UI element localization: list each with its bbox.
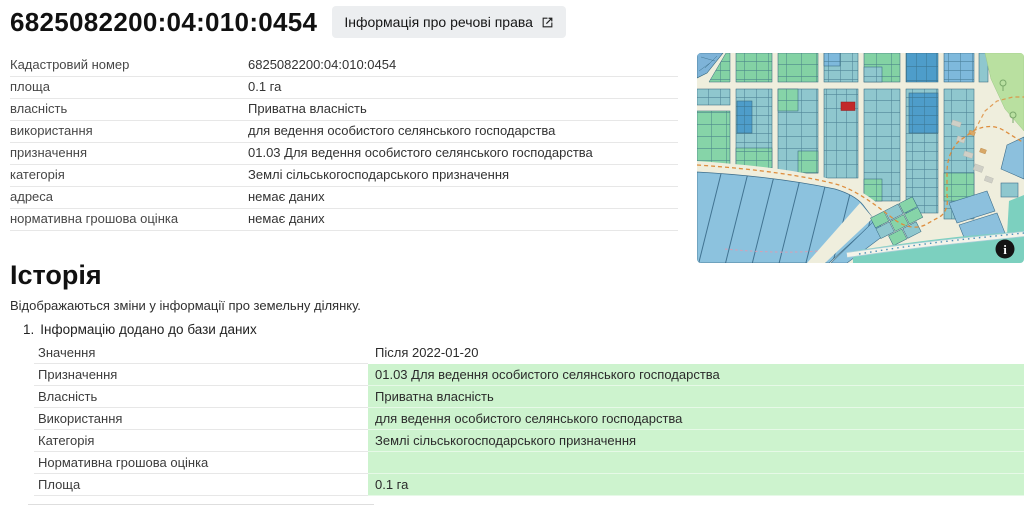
row-value: Землі сільськогосподарського призначення xyxy=(248,167,510,182)
row-label: категорія xyxy=(10,167,65,182)
history-heading: Історія xyxy=(10,260,102,290)
row-label: адреса xyxy=(10,189,54,204)
history-row: Площа 0.1 га xyxy=(34,474,1024,496)
details-table: Кадастровий номер 6825082200:04:010:0454… xyxy=(10,55,678,231)
history-description: Відображаються зміни у інформації про зе… xyxy=(10,298,361,313)
history-row-value: 01.03 Для ведення особистого селянського… xyxy=(368,364,1024,386)
rights-info-button[interactable]: Інформація про речові права xyxy=(332,6,566,38)
row-label: нормативна грошова оцінка xyxy=(10,211,179,226)
page-title: 6825082200:04:010:0454 xyxy=(10,6,318,37)
table-row: власність Приватна власність xyxy=(10,99,678,121)
table-row: Кадастровий номер 6825082200:04:010:0454 xyxy=(10,55,678,77)
info-icon: i xyxy=(1003,242,1007,257)
history-table: Значення Після 2022-01-20 Призначення 01… xyxy=(34,342,1024,496)
entry-index: 1. xyxy=(23,322,35,337)
history-row: Нормативна грошова оцінка xyxy=(34,452,1024,474)
row-label: власність xyxy=(10,101,68,116)
history-row-label: Власність xyxy=(34,386,368,408)
history-row: Використання для ведення особистого селя… xyxy=(34,408,1024,430)
row-value: 01.03 Для ведення особистого селянського… xyxy=(248,145,593,160)
row-value: 6825082200:04:010:0454 xyxy=(248,57,397,72)
history-row: Власність Приватна власність xyxy=(34,386,1024,408)
history-row-value xyxy=(368,452,1024,474)
history-row-label: Використання xyxy=(34,408,368,430)
table-row: призначення 01.03 Для ведення особистого… xyxy=(10,143,678,165)
page-header: 6825082200:04:010:0454 Інформація про ре… xyxy=(10,6,566,38)
row-value: немає даних xyxy=(248,211,325,226)
history-header-row: Значення Після 2022-01-20 xyxy=(34,342,1024,364)
row-label: використання xyxy=(10,123,93,138)
row-value: Приватна власність xyxy=(248,101,367,116)
table-row: адреса немає даних xyxy=(10,187,678,209)
table-row: використання для ведення особистого селя… xyxy=(10,121,678,143)
history-row-value: для ведення особистого селянського госпо… xyxy=(368,408,1024,430)
external-link-icon xyxy=(541,16,554,29)
history-row-label: Нормативна грошова оцінка xyxy=(34,452,368,474)
history-row-value: Після 2022-01-20 xyxy=(375,345,479,360)
rights-info-button-label: Інформація про речові права xyxy=(344,14,533,30)
next-row-divider xyxy=(28,504,374,505)
row-value: для ведення особистого селянського госпо… xyxy=(248,123,556,138)
history-row-label: Призначення xyxy=(34,364,368,386)
history-row-label: Значення xyxy=(34,342,368,364)
history-row: Категорія Землі сільськогосподарського п… xyxy=(34,430,1024,452)
table-row: площа 0.1 га xyxy=(10,77,678,99)
history-row: Призначення 01.03 Для ведення особистого… xyxy=(34,364,1024,386)
history-entry-title: 1. Інформацію додано до бази даних xyxy=(23,322,1024,337)
row-value: немає даних xyxy=(248,189,325,204)
history-row-label: Категорія xyxy=(34,430,368,452)
row-label: Кадастровий номер xyxy=(10,57,130,72)
cadastral-map[interactable]: i xyxy=(697,53,1024,263)
history-row-value: 0.1 га xyxy=(368,474,1024,496)
history-row-label: Площа xyxy=(34,474,368,496)
history-row-value: Приватна власність xyxy=(368,386,1024,408)
row-label: площа xyxy=(10,79,50,94)
row-label: призначення xyxy=(10,145,88,160)
table-row: категорія Землі сільськогосподарського п… xyxy=(10,165,678,187)
entry-title-text: Інформацію додано до бази даних xyxy=(40,322,257,337)
cadastral-parcel-page: 6825082200:04:010:0454 Інформація про ре… xyxy=(0,0,1024,506)
row-value: 0.1 га xyxy=(248,79,282,94)
history-section: Історія Відображаються зміни у інформаці… xyxy=(0,260,1024,505)
table-row: нормативна грошова оцінка немає даних xyxy=(10,209,678,231)
history-row-value: Землі сільськогосподарського призначення xyxy=(368,430,1024,452)
selected-parcel-highlight[interactable] xyxy=(840,101,856,111)
map-info-button[interactable]: i xyxy=(995,239,1015,259)
